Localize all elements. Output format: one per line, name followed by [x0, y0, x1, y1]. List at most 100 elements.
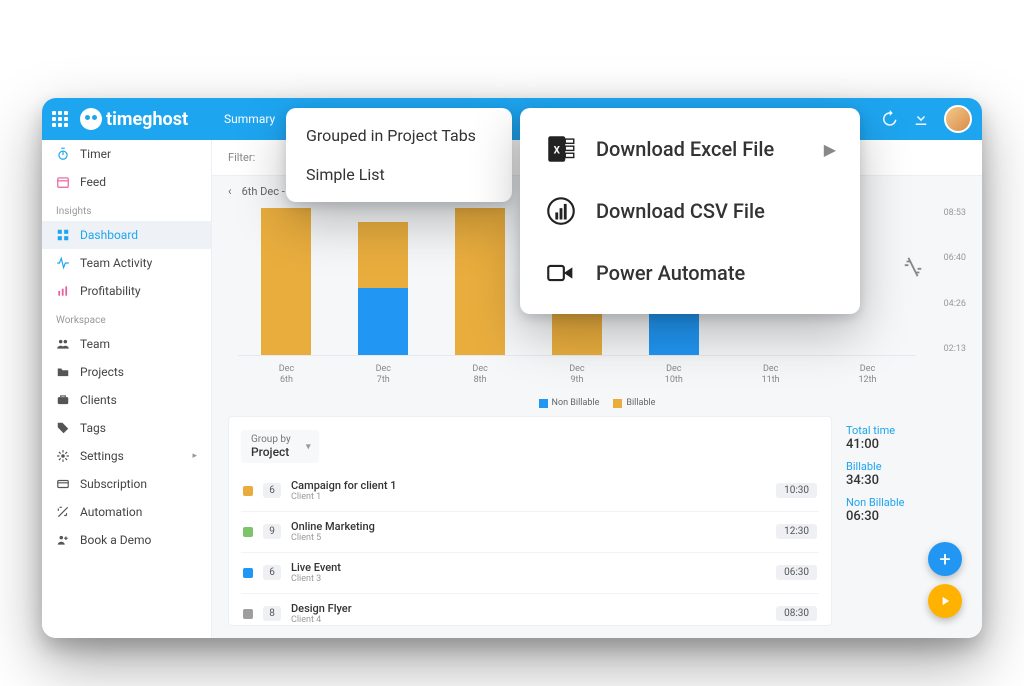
folder-icon [56, 365, 70, 379]
subscription-icon [56, 477, 70, 491]
project-list-pane: Group by Project 6 Campaign for client 1… [228, 416, 832, 626]
menu-label-power-automate: Power Automate [596, 261, 745, 285]
menu-item-simple-list[interactable]: Simple List [286, 155, 512, 194]
clients-icon [56, 393, 70, 407]
x-tick: Dec11th [746, 364, 796, 386]
group-by-select[interactable]: Group by Project [241, 430, 319, 463]
download-icon[interactable] [912, 110, 930, 128]
menu-item-download-csv[interactable]: Download CSV File [520, 180, 860, 242]
sidebar-item-dashboard[interactable]: Dashboard [42, 221, 211, 249]
chevron-right-icon: ▸ [192, 451, 197, 461]
project-client: Client 5 [291, 533, 766, 544]
project-name: Design Flyer [291, 602, 766, 615]
project-name: Campaign for client 1 [291, 479, 766, 492]
sidebar-item-automation[interactable]: Automation [42, 498, 211, 526]
sidebar-item-settings[interactable]: Settings ▸ [42, 442, 211, 470]
menu-item-download-excel[interactable]: X Download Excel File ▶ [520, 118, 860, 180]
sidebar-item-subscription[interactable]: Subscription [42, 470, 211, 498]
project-count: 6 [263, 483, 281, 498]
x-tick: Dec8th [455, 364, 505, 386]
sidebar-item-team-activity[interactable]: Team Activity [42, 249, 211, 277]
summary-billable-value: 34:30 [846, 473, 966, 488]
history-icon[interactable] [880, 110, 898, 128]
chart-bar [358, 222, 408, 355]
menu-item-power-automate[interactable]: Power Automate [520, 242, 860, 304]
x-tick: Dec7th [358, 364, 408, 386]
project-client: Client 1 [291, 492, 766, 503]
project-time: 10:30 [776, 483, 817, 498]
chart-legend: Non Billable Billable [212, 396, 982, 416]
y-tick: 06:40 [926, 253, 966, 263]
date-prev-icon[interactable]: ‹ [228, 184, 232, 198]
summary-total-label: Total time [846, 424, 966, 437]
chart-bar [261, 208, 311, 355]
app-name: timeghost [106, 109, 188, 130]
gear-icon [56, 449, 70, 463]
sidebar-label-clients: Clients [80, 393, 117, 407]
project-time: 08:30 [776, 606, 817, 621]
legend-billable: Billable [613, 398, 655, 408]
export-layout-menu: Grouped in Project Tabs Simple List [286, 108, 512, 202]
sidebar-item-team[interactable]: Team [42, 330, 211, 358]
user-avatar[interactable] [944, 105, 972, 133]
sidebar-item-feed[interactable]: Feed [42, 168, 211, 196]
sidebar-section-workspace: Workspace [42, 305, 211, 330]
project-row[interactable]: 9 Online MarketingClient 5 12:30 [241, 511, 819, 552]
project-name: Online Marketing [291, 520, 766, 533]
sidebar-label-profitability: Profitability [80, 284, 141, 298]
chart-y-axis: 08:53 06:40 04:26 02:13 [926, 206, 966, 356]
legend-nonbillable: Non Billable [539, 398, 600, 408]
sidebar-item-profitability[interactable]: Profitability [42, 277, 211, 305]
sidebar-item-tags[interactable]: Tags [42, 414, 211, 442]
sidebar-label-settings: Settings [80, 449, 124, 463]
sidebar-item-timer[interactable]: Timer [42, 140, 211, 168]
chart-x-axis: Dec6th Dec7th Dec8th Dec9th Dec10th Dec11th De… [238, 364, 916, 386]
dashboard-icon [56, 228, 70, 242]
team-icon [56, 337, 70, 351]
project-count: 8 [263, 606, 281, 621]
x-tick: Dec10th [649, 364, 699, 386]
summary-nonbillable-label: Non Billable [846, 496, 966, 509]
project-name: Live Event [291, 561, 766, 574]
sidebar: Timer Feed Insights Dashboard Team Activ… [42, 140, 212, 638]
project-color-swatch [243, 527, 253, 537]
header-actions [880, 105, 972, 133]
header-tabs: Summary [224, 112, 275, 126]
sidebar-item-clients[interactable]: Clients [42, 386, 211, 414]
sidebar-item-book-demo[interactable]: Book a Demo [42, 526, 211, 554]
calendar-icon [56, 175, 70, 189]
project-client: Client 4 [291, 615, 766, 626]
project-row[interactable]: 8 Design FlyerClient 4 08:30 [241, 593, 819, 626]
sidebar-label-book-demo: Book a Demo [80, 533, 151, 547]
x-tick: Dec6th [261, 364, 311, 386]
project-time: 12:30 [776, 524, 817, 539]
sidebar-label-feed: Feed [80, 175, 106, 189]
excel-icon: X [544, 132, 578, 166]
project-time: 06:30 [776, 565, 817, 580]
group-by-label: Group by [251, 434, 291, 445]
project-client: Client 3 [291, 574, 766, 585]
chevron-right-icon: ▶ [824, 140, 836, 159]
sidebar-label-dashboard: Dashboard [80, 228, 138, 242]
play-fab[interactable] [928, 584, 962, 618]
x-tick: Dec12th [842, 364, 892, 386]
sidebar-section-insights: Insights [42, 196, 211, 221]
project-row[interactable]: 6 Live EventClient 3 06:30 [241, 552, 819, 593]
summary-nonbillable-value: 06:30 [846, 509, 966, 524]
tab-summary[interactable]: Summary [224, 112, 275, 126]
project-color-swatch [243, 609, 253, 619]
add-fab[interactable]: + [928, 542, 962, 576]
project-row[interactable]: 6 Campaign for client 1Client 1 10:30 [241, 471, 819, 511]
power-automate-icon [544, 256, 578, 290]
x-tick: Dec9th [552, 364, 602, 386]
svg-text:X: X [554, 145, 561, 156]
group-by-value: Project [251, 445, 291, 459]
automation-icon [56, 505, 70, 519]
tag-icon [56, 421, 70, 435]
tool-icon[interactable] [902, 256, 924, 278]
sidebar-item-projects[interactable]: Projects [42, 358, 211, 386]
project-color-swatch [243, 568, 253, 578]
y-tick: 02:13 [926, 344, 966, 354]
apps-grid-icon[interactable] [52, 111, 68, 127]
menu-item-grouped-tabs[interactable]: Grouped in Project Tabs [286, 116, 512, 155]
